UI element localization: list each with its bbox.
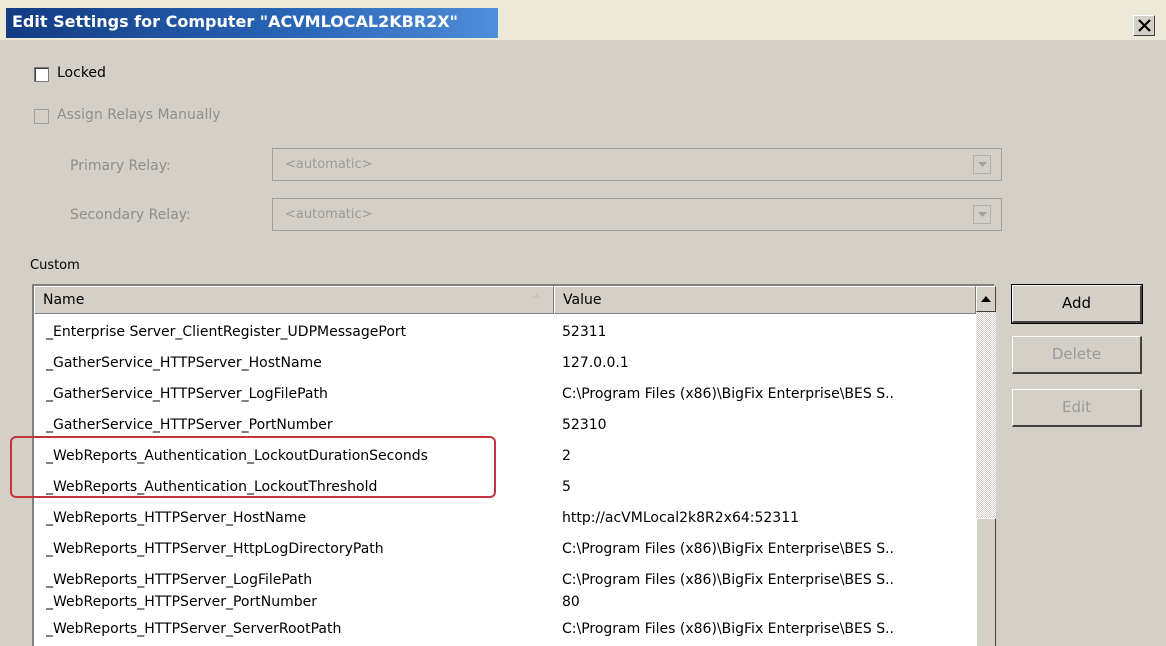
chevron-down-icon: [978, 212, 987, 217]
close-icon: [1138, 19, 1151, 32]
table-row[interactable]: _GatherService_HTTPServer_LogFilePath C:…: [34, 381, 976, 412]
setting-name: _GatherService_HTTPServer_HostName: [46, 355, 322, 371]
setting-value: C:\Program Files (x86)\BigFix Enterprise…: [562, 621, 894, 637]
column-header-name[interactable]: Name ^: [34, 286, 554, 314]
title-bar: Edit Settings for Computer "ACVMLOCAL2KB…: [0, 0, 1166, 40]
chevron-down-icon: [978, 162, 987, 167]
column-header-value[interactable]: Value: [554, 286, 976, 314]
assign-relays-checkbox: [34, 109, 49, 124]
setting-name: _WebReports_Authentication_LockoutThresh…: [46, 479, 378, 495]
vertical-scrollbar[interactable]: [976, 286, 996, 646]
setting-name: _GatherService_HTTPServer_LogFilePath: [46, 386, 328, 402]
custom-settings-list[interactable]: Name ^ Value _Enterprise Server_ClientRe…: [32, 284, 996, 646]
setting-name: _WebReports_HTTPServer_PortNumber: [46, 594, 317, 610]
primary-relay-label: Primary Relay:: [70, 158, 171, 174]
setting-name: _GatherService_HTTPServer_PortNumber: [46, 417, 333, 433]
setting-name: _WebReports_HTTPServer_ServerRootPath: [46, 621, 342, 637]
table-row[interactable]: _WebReports_HTTPServer_ServerRootPath C:…: [34, 616, 976, 646]
window-title: Edit Settings for Computer "ACVMLOCAL2KB…: [12, 12, 458, 31]
setting-name: _WebReports_HTTPServer_HostName: [46, 510, 307, 526]
edit-settings-dialog: Edit Settings for Computer "ACVMLOCAL2KB…: [0, 0, 1166, 646]
setting-value: C:\Program Files (x86)\BigFix Enterprise…: [562, 541, 894, 557]
table-row[interactable]: _WebReports_Authentication_LockoutThresh…: [34, 474, 976, 505]
table-row[interactable]: _GatherService_HTTPServer_PortNumber 523…: [34, 412, 976, 443]
sort-indicator-icon: ^: [531, 293, 541, 306]
setting-value: 80: [562, 594, 580, 610]
assign-relays-label: Assign Relays Manually: [57, 107, 221, 123]
setting-name: _WebReports_HTTPServer_LogFilePath: [46, 572, 313, 588]
secondary-relay-label: Secondary Relay:: [70, 207, 191, 223]
close-button[interactable]: [1133, 15, 1155, 36]
column-header-name-label: Name: [43, 292, 85, 308]
setting-value: 52311: [562, 324, 607, 340]
primary-relay-dropdown: <automatic>: [272, 148, 1002, 181]
setting-value: 52310: [562, 417, 607, 433]
setting-value: http://acVMLocal2k8R2x64:52311: [562, 510, 800, 526]
setting-value: C:\Program Files (x86)\BigFix Enterprise…: [562, 386, 894, 402]
locked-label: Locked: [57, 65, 106, 81]
setting-value: C:\Program Files (x86)\BigFix Enterprise…: [562, 572, 894, 588]
table-row[interactable]: _WebReports_Authentication_LockoutDurati…: [34, 443, 976, 474]
setting-value: 2: [562, 448, 571, 464]
scroll-up-arrow-icon: [981, 296, 991, 302]
add-button[interactable]: Add: [1011, 284, 1143, 324]
setting-value: 5: [562, 479, 571, 495]
table-row[interactable]: _GatherService_HTTPServer_HostName 127.0…: [34, 350, 976, 381]
setting-name: _WebReports_HTTPServer_HttpLogDirectoryP…: [46, 541, 384, 557]
secondary-relay-dropdown: <automatic>: [272, 198, 1002, 231]
table-row[interactable]: _WebReports_HTTPServer_HttpLogDirectoryP…: [34, 536, 976, 567]
column-header-value-label: Value: [563, 292, 602, 308]
table-row[interactable]: _Enterprise Server_ClientRegister_UDPMes…: [34, 319, 976, 350]
scroll-thumb[interactable]: [976, 518, 996, 646]
locked-checkbox[interactable]: [34, 67, 49, 82]
scroll-up-button[interactable]: [976, 286, 996, 312]
setting-value: 127.0.0.1: [562, 355, 629, 371]
setting-name: _Enterprise Server_ClientRegister_UDPMes…: [46, 324, 407, 340]
primary-relay-value: <automatic>: [285, 157, 373, 172]
setting-name: _WebReports_Authentication_LockoutDurati…: [46, 448, 428, 464]
secondary-relay-dropdown-button: [973, 205, 991, 224]
primary-relay-dropdown-button: [973, 155, 991, 174]
table-row[interactable]: _WebReports_HTTPServer_HostName http://a…: [34, 505, 976, 536]
delete-button: Delete: [1012, 336, 1142, 374]
edit-button: Edit: [1012, 389, 1142, 427]
secondary-relay-value: <automatic>: [285, 207, 373, 222]
custom-section-label: Custom: [30, 258, 80, 273]
